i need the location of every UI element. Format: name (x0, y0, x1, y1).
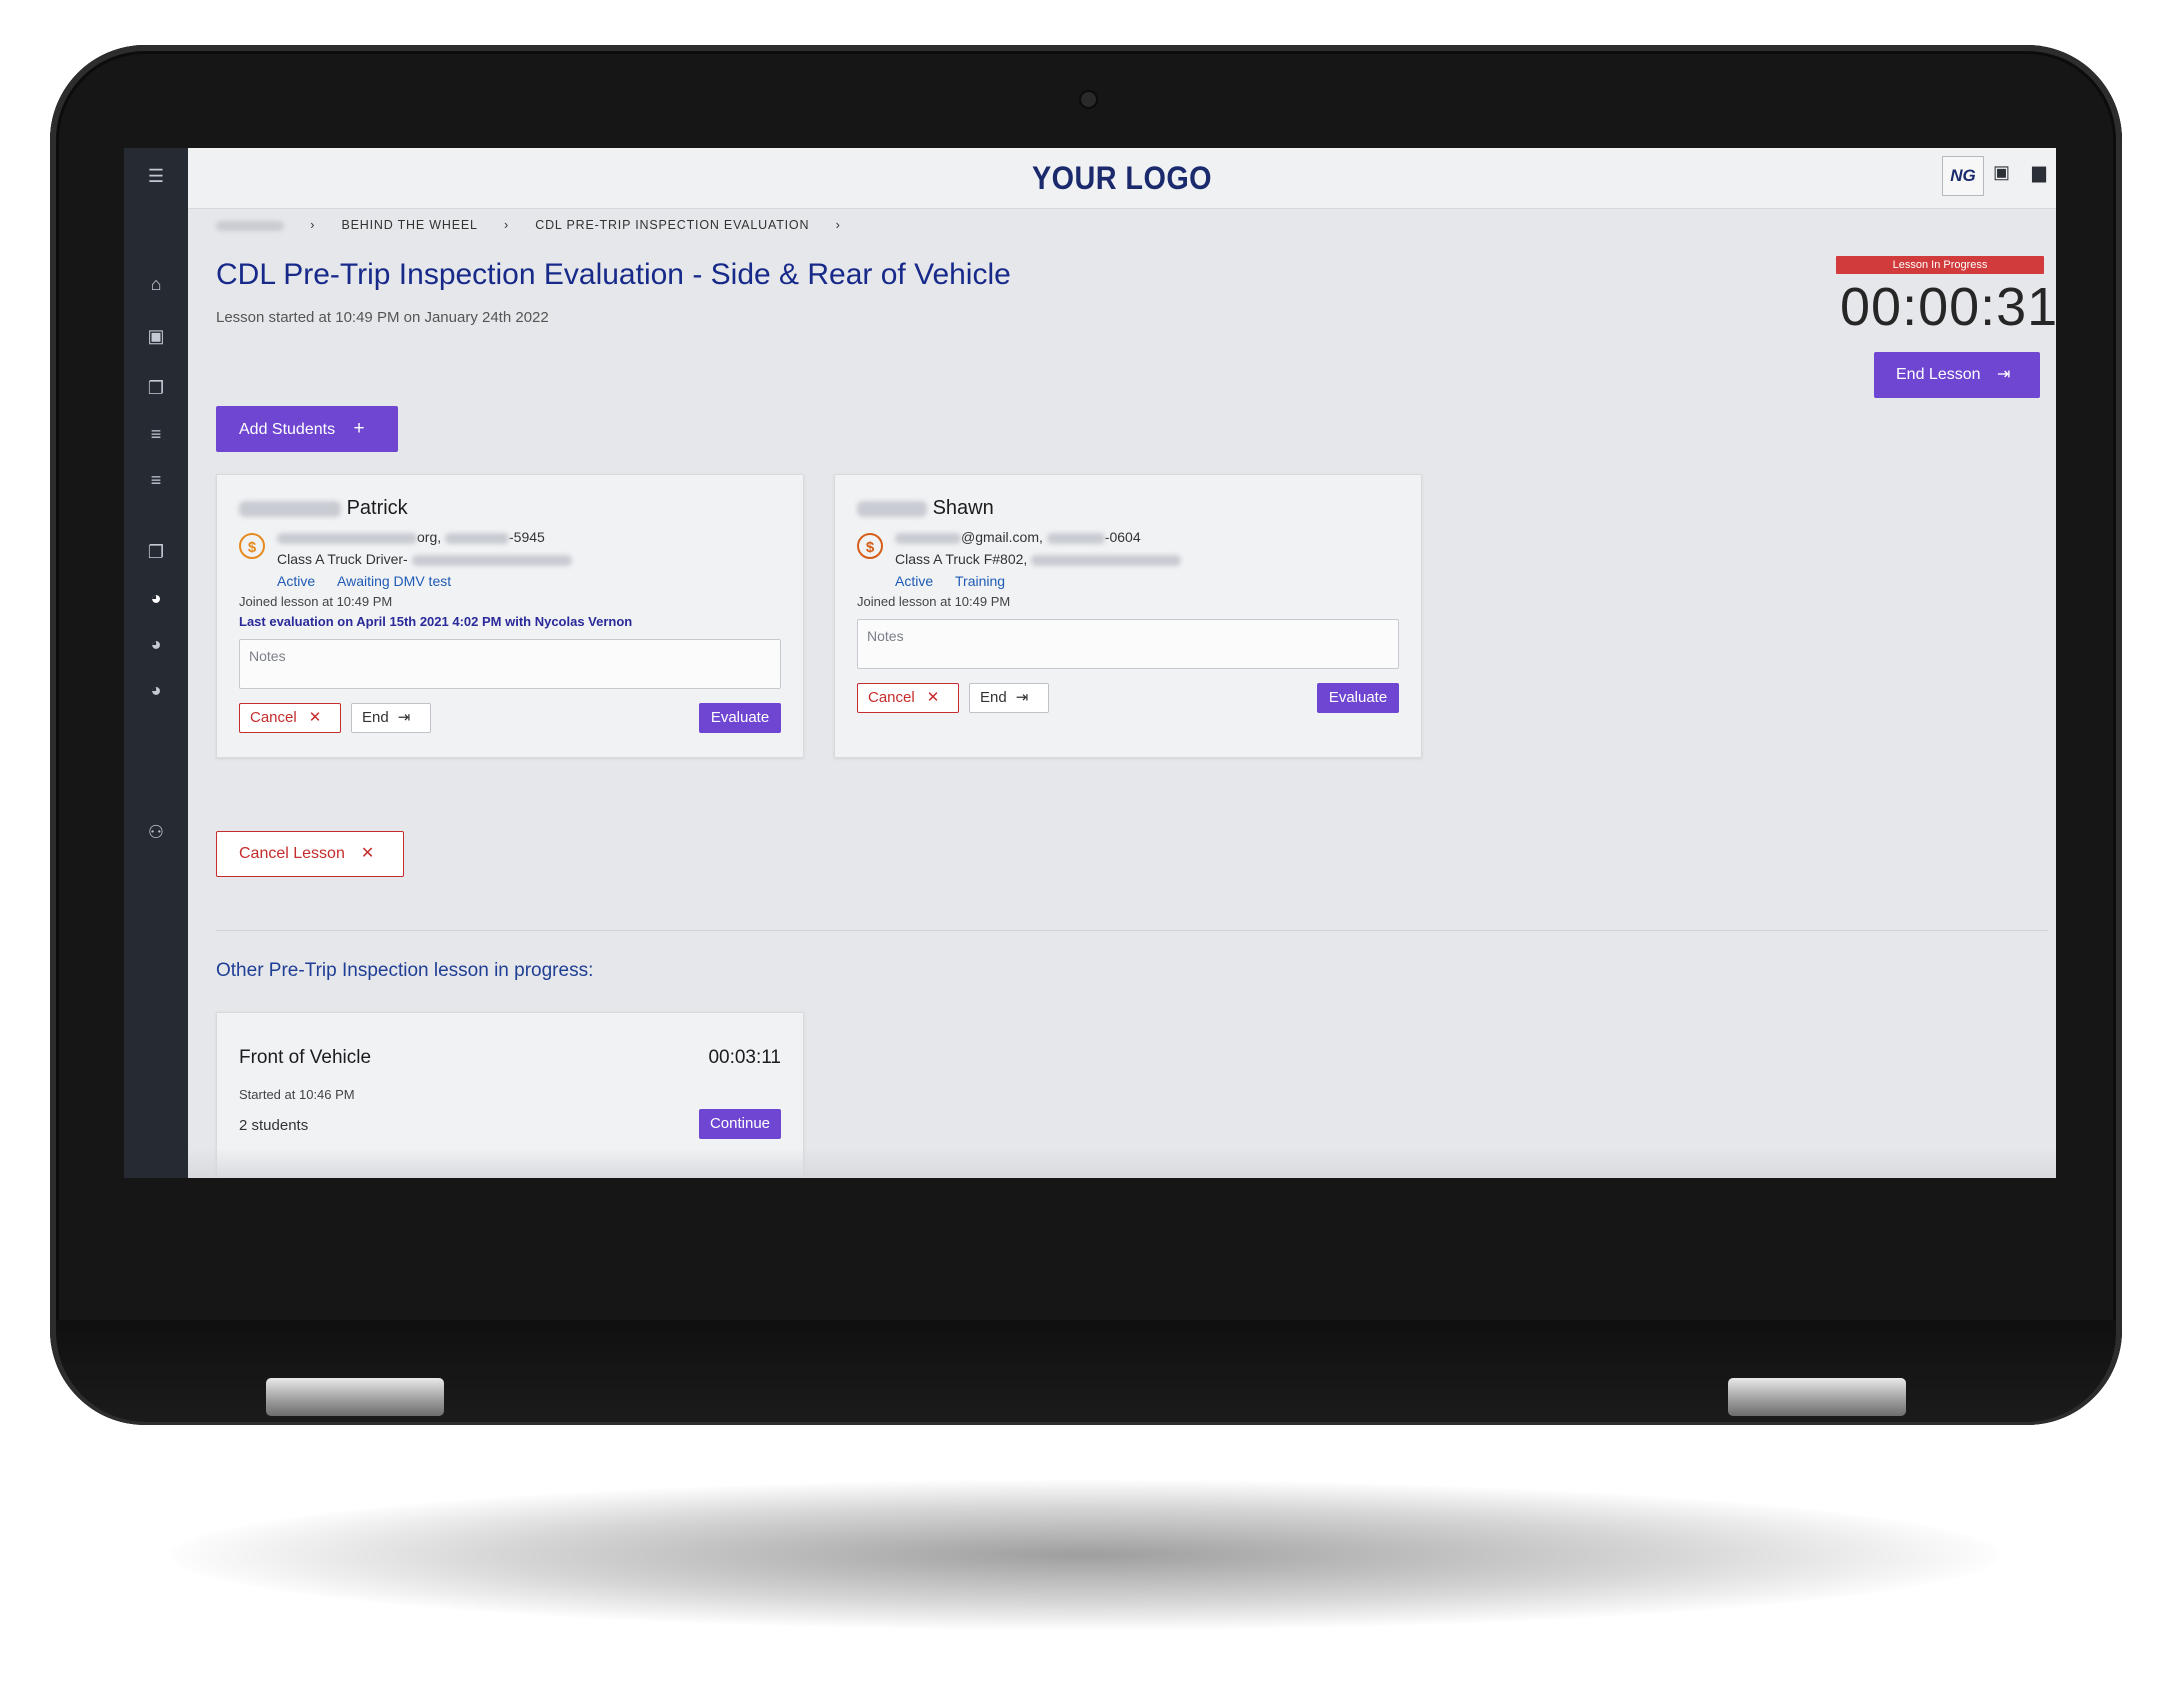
lesson-start-text: Lesson started at 10:49 PM on January 24… (216, 309, 549, 326)
continue-button[interactable]: Continue (699, 1109, 781, 1139)
calendar-icon[interactable]: ▣ (124, 324, 188, 348)
home-icon[interactable]: ⌂ (124, 272, 188, 296)
breadcrumb-separator: › (504, 218, 509, 232)
student-name: Patrick (239, 497, 408, 520)
breadcrumb-item[interactable]: CDL PRE-TRIP INSPECTION EVALUATION (535, 218, 809, 232)
chat-icon[interactable]: ▆ (2032, 162, 2046, 183)
exit-icon: ⇥ (1015, 689, 1029, 706)
list-icon[interactable]: ≡ (124, 422, 188, 446)
cancel-student-button[interactable]: Cancel ✕ (857, 683, 959, 713)
other-lesson-started: Started at 10:46 PM (239, 1087, 355, 1102)
logo: YOUR LOGO (1031, 160, 1213, 196)
student-class: Class A Truck Driver- (277, 551, 572, 567)
end-lesson-button[interactable]: End Lesson ⇥ (1874, 352, 2040, 398)
avatar[interactable]: NG (1942, 156, 1984, 196)
other-lessons-heading: Other Pre-Trip Inspection lesson in prog… (216, 960, 594, 981)
copy-icon[interactable]: ❐ (124, 376, 188, 400)
joined-text: Joined lesson at 10:49 PM (239, 594, 393, 609)
breadcrumb-item[interactable]: BEHIND THE WHEEL (342, 218, 478, 232)
dollar-icon: $ (857, 533, 883, 559)
breadcrumb: › BEHIND THE WHEEL › CDL PRE-TRIP INSPEC… (216, 218, 863, 232)
screen-edge-fade (188, 1148, 2056, 1178)
end-lesson-label: End Lesson (1896, 366, 1981, 383)
notes-placeholder: Notes (249, 648, 286, 664)
notes-placeholder: Notes (867, 628, 904, 644)
plus-icon: + (353, 418, 365, 439)
redacted-last-name (239, 500, 341, 517)
divider (216, 930, 2048, 931)
other-lesson-timer: 00:03:11 (708, 1047, 781, 1068)
close-icon: ✕ (360, 845, 375, 862)
evaluate-button[interactable]: Evaluate (1317, 683, 1399, 713)
exit-icon: ⇥ (397, 709, 411, 726)
chat-user-icon[interactable]: ◕ (124, 586, 188, 610)
cancel-student-button[interactable]: Cancel ✕ (239, 703, 341, 733)
chat-user-icon[interactable]: ◕ (124, 678, 188, 702)
exit-icon: ⇥ (1996, 366, 2011, 383)
add-students-button[interactable]: Add Students + (216, 406, 398, 452)
dollar-icon: $ (239, 533, 265, 559)
breadcrumb-separator: › (310, 218, 316, 232)
lesson-timer: 00:00:31 (1840, 277, 2056, 337)
student-card: Shawn $ @gmail.com, -0604 Class A Truck … (834, 474, 1422, 758)
main-content: YOUR LOGO NG ▣ ▆ › BEHIND THE WHEEL › CD… (188, 148, 2056, 1178)
breadcrumb-separator: › (835, 218, 841, 232)
calendar-icon[interactable]: ▣ (1993, 162, 2010, 183)
status-tag: Active (277, 573, 316, 589)
status-tag: Active (895, 573, 934, 589)
add-students-label: Add Students (239, 421, 336, 438)
copy-icon[interactable]: ❐ (124, 540, 188, 564)
last-evaluation-text: Last evaluation on April 15th 2021 4:02 … (239, 614, 633, 629)
close-icon: ✕ (308, 709, 322, 726)
menu-icon[interactable]: ☰ (124, 164, 188, 188)
redacted-last-name (857, 500, 927, 517)
device-shadow (170, 1480, 2000, 1630)
status-badge: Lesson In Progress (1836, 256, 2044, 274)
end-student-button[interactable]: End ⇥ (969, 683, 1049, 713)
sidebar: ☰ ⌂ ▣ ❐ ≡ ≡ ❐ ◕ ◕ ◕ ⚇ (124, 148, 188, 1178)
users-icon[interactable]: ⚇ (124, 820, 188, 844)
notes-field[interactable]: Notes (239, 639, 781, 689)
hinge-right (1728, 1378, 1906, 1416)
student-card: Patrick $ org, -5945 Class A Truck Drive… (216, 474, 804, 758)
end-student-button[interactable]: End ⇥ (351, 703, 431, 733)
student-class: Class A Truck F#802, (895, 551, 1182, 567)
student-name: Shawn (857, 497, 994, 520)
page-title: CDL Pre-Trip Inspection Evaluation - Sid… (216, 258, 1011, 291)
joined-text: Joined lesson at 10:49 PM (857, 594, 1011, 609)
evaluate-button[interactable]: Evaluate (699, 703, 781, 733)
breadcrumb-item-redacted[interactable] (216, 220, 284, 231)
stage-tag: Awaiting DMV test (337, 573, 452, 589)
hinge-left (266, 1378, 444, 1416)
other-lesson-students: 2 students (239, 1117, 309, 1134)
top-bar: YOUR LOGO NG ▣ ▆ (188, 148, 2056, 209)
other-lesson-title: Front of Vehicle (239, 1047, 372, 1068)
student-contact: @gmail.com, -0604 (895, 529, 1141, 545)
stage-tag: Training (955, 573, 1006, 589)
app-screen: ☰ ⌂ ▣ ❐ ≡ ≡ ❐ ◕ ◕ ◕ ⚇ YOUR LOGO NG ▣ ▆ ›… (124, 148, 2056, 1178)
notes-field[interactable]: Notes (857, 619, 1399, 669)
camera-icon (1081, 92, 1096, 107)
close-icon: ✕ (926, 689, 940, 706)
chat-user-icon[interactable]: ◕ (124, 632, 188, 656)
student-contact: org, -5945 (277, 529, 545, 545)
list-icon[interactable]: ≡ (124, 468, 188, 492)
cancel-lesson-button[interactable]: Cancel Lesson ✕ (216, 831, 404, 877)
